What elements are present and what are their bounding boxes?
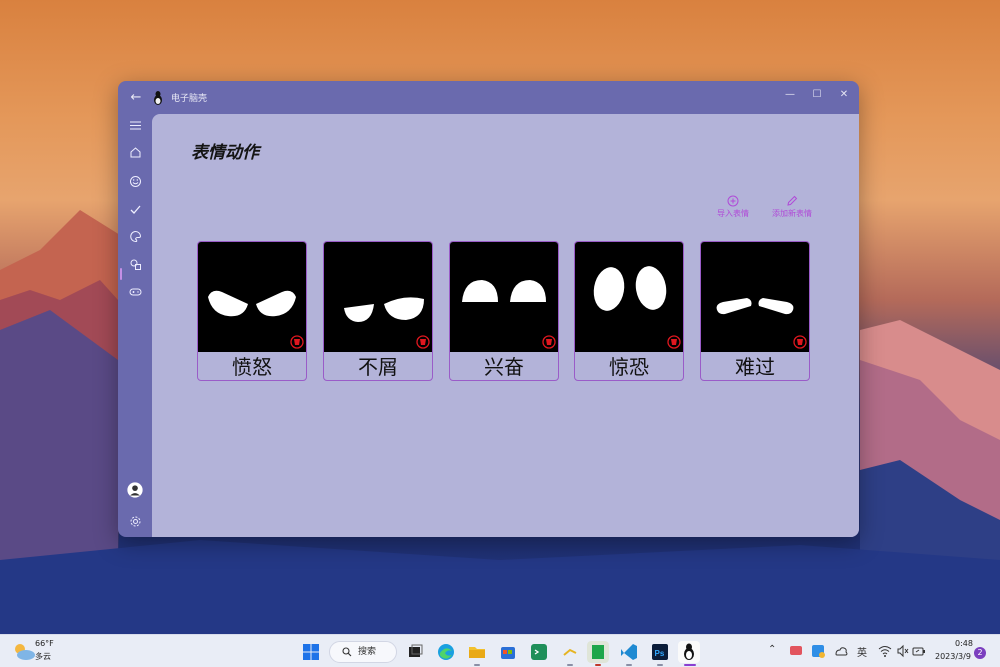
pencil-icon <box>787 195 798 206</box>
robot-logo-icon <box>793 335 807 349</box>
search-icon <box>342 647 352 657</box>
expression-preview <box>450 242 558 352</box>
expression-card-angry[interactable]: 愤怒 <box>197 241 307 381</box>
selected-indicator <box>120 268 122 280</box>
running-indicator <box>474 664 480 666</box>
robot-logo-icon <box>290 335 304 349</box>
gamepad-icon[interactable] <box>123 280 147 302</box>
expression-label: 愤怒 <box>232 355 272 379</box>
shapes-icon[interactable] <box>123 253 147 275</box>
smile-icon[interactable] <box>123 170 147 192</box>
vscode-icon[interactable] <box>618 641 640 663</box>
robot-logo-icon <box>667 335 681 349</box>
volume-muted-icon[interactable] <box>896 643 910 659</box>
weather-condition: 多云 <box>35 652 51 661</box>
start-icon[interactable] <box>300 641 322 663</box>
clock-date[interactable]: 2023/3/9 <box>935 652 971 661</box>
expression-card-sad[interactable]: 难过 <box>700 241 810 381</box>
expression-card-excited[interactable]: 兴奋 <box>449 241 559 381</box>
robot-logo-icon <box>416 335 430 349</box>
chevron-up-icon[interactable]: ⌃ <box>768 644 776 655</box>
gear-icon[interactable] <box>123 510 147 532</box>
clock-time[interactable]: 0:48 <box>955 639 973 648</box>
minimize-button[interactable]: — <box>778 86 802 104</box>
task-view-icon[interactable] <box>404 641 426 663</box>
store-icon[interactable] <box>497 641 519 663</box>
search-label: 搜索 <box>358 647 377 657</box>
sidebar <box>118 114 152 537</box>
import-expression-button[interactable]: 导入表情 <box>713 195 753 219</box>
tray-app-icon[interactable] <box>810 642 826 660</box>
expression-preview <box>575 242 683 352</box>
running-indicator <box>657 664 663 666</box>
taskbar: 66°F 多云 搜索 Ps ⌃ 英 0:48 2023/3/9 2 <box>0 634 1000 667</box>
check-icon[interactable] <box>123 198 147 220</box>
search-box[interactable]: 搜索 <box>329 641 397 663</box>
cube-app-icon[interactable] <box>587 641 609 663</box>
expression-card-disdain[interactable]: 不屑 <box>323 241 433 381</box>
maximize-button[interactable]: ☐ <box>805 86 829 104</box>
app-icon <box>154 91 162 105</box>
page-title: 表情动作 <box>191 143 259 163</box>
cloud-icon[interactable] <box>833 642 849 660</box>
robot-logo-icon <box>542 335 556 349</box>
import-expression-label: 导入表情 <box>717 209 749 218</box>
add-circle-icon <box>727 195 739 207</box>
running-indicator <box>595 664 601 666</box>
photoshop-icon[interactable]: Ps <box>649 641 671 663</box>
expression-label: 不屑 <box>358 355 398 379</box>
tray-app-icon[interactable] <box>788 642 804 660</box>
edge-icon[interactable] <box>435 641 457 663</box>
expression-card-terrified[interactable]: 惊恐 <box>574 241 684 381</box>
notification-badge[interactable]: 2 <box>974 647 986 659</box>
file-explorer-icon[interactable] <box>466 641 488 663</box>
home-icon[interactable] <box>123 141 147 163</box>
expression-preview <box>324 242 432 352</box>
expression-label: 惊恐 <box>609 355 649 379</box>
battery-icon[interactable] <box>912 643 926 659</box>
window-title: 电子脑壳 <box>171 94 208 104</box>
expression-preview <box>701 242 809 352</box>
back-button[interactable]: ← <box>128 90 144 106</box>
add-expression-label: 添加新表情 <box>772 209 812 218</box>
brain-shell-app-icon[interactable] <box>678 641 700 663</box>
avatar-icon[interactable] <box>123 479 147 501</box>
terminal-app-icon[interactable] <box>528 641 550 663</box>
weather-temperature: 66°F <box>35 639 54 648</box>
running-indicator <box>567 664 573 666</box>
active-app-indicator <box>684 664 696 666</box>
palette-icon[interactable] <box>123 225 147 247</box>
svg-text:Ps: Ps <box>655 649 665 658</box>
expression-preview <box>198 242 306 352</box>
title-bar: ← 电子脑壳 — ☐ ✕ <box>118 81 859 114</box>
wifi-icon[interactable] <box>878 643 892 659</box>
running-indicator <box>626 664 632 666</box>
notes-app-icon[interactable] <box>559 641 581 663</box>
expression-label: 难过 <box>735 355 775 379</box>
input-method-indicator[interactable]: 英 <box>857 644 867 659</box>
close-button[interactable]: ✕ <box>832 86 856 104</box>
hamburger-icon[interactable] <box>123 114 147 136</box>
expression-label: 兴奋 <box>484 355 524 379</box>
add-expression-button[interactable]: 添加新表情 <box>768 195 816 219</box>
